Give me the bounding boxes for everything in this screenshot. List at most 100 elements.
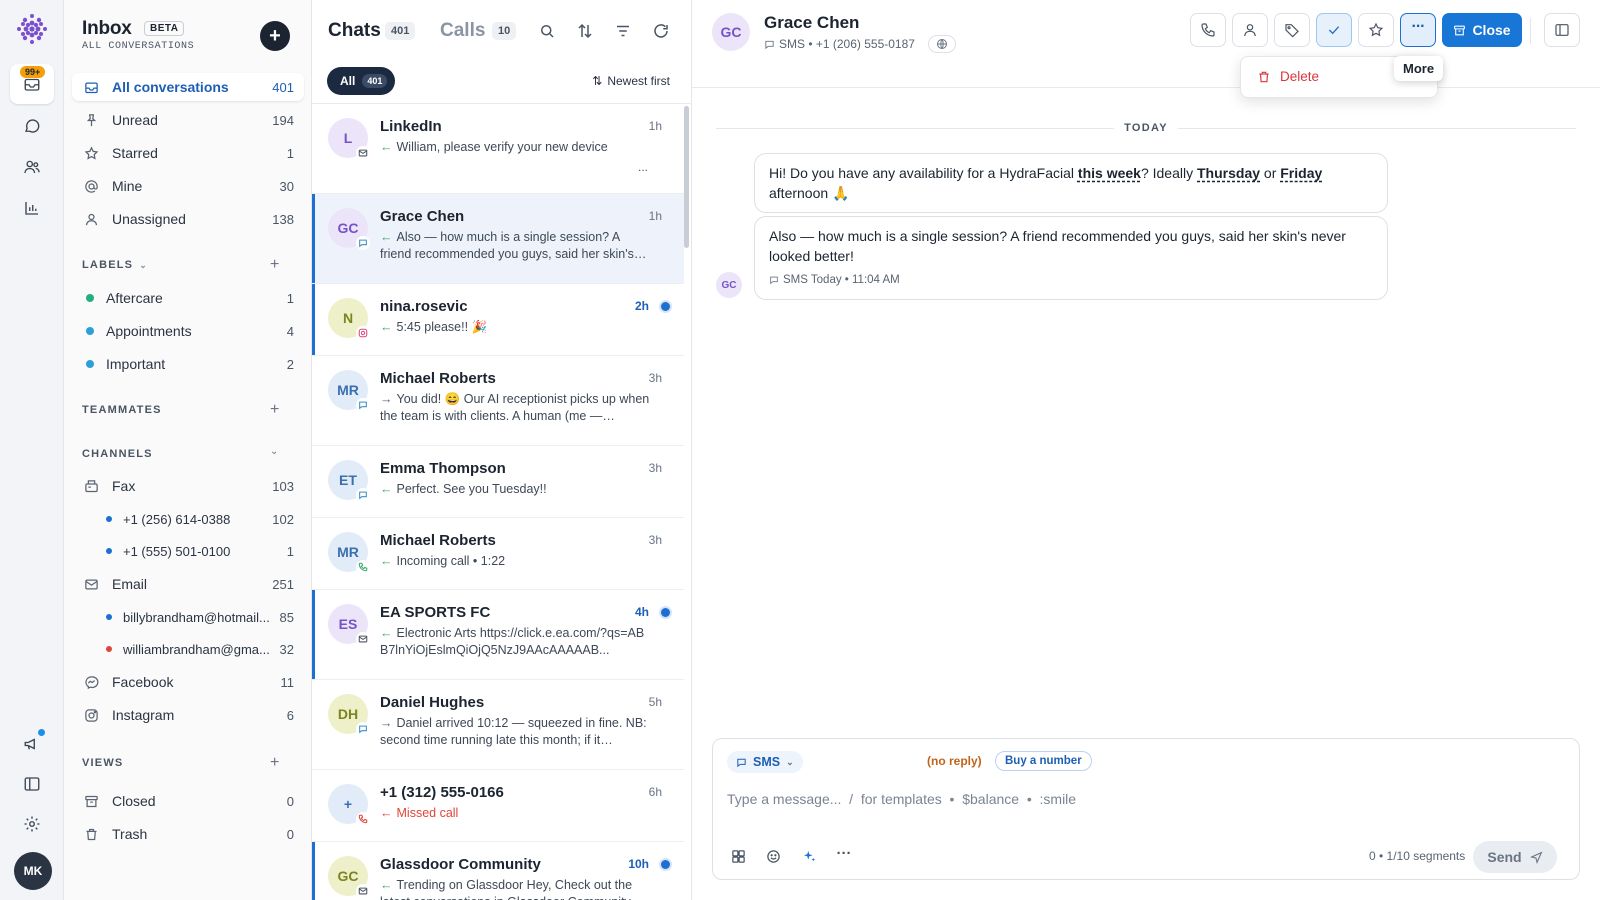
add-view-button[interactable]: + [270,754,279,772]
buy-number-button[interactable]: Buy a number [995,751,1092,771]
conversation-item[interactable]: ES EA SPORTS FC 4h ← Electronic Arts http… [312,590,684,680]
conversation-item[interactable]: MR Michael Roberts 3h ← Incoming call • 1… [312,518,684,590]
conversation-item[interactable]: GC Glassdoor Community 10h ← Trending on … [312,842,684,900]
rail-chat-button[interactable] [16,110,48,142]
inbound-arrow-icon: ← [380,320,393,334]
mail-icon [82,577,100,592]
conversation-time: 1h [648,209,662,223]
message-bubble[interactable]: Hi! Do you have any availability for a H… [754,153,1388,213]
assign-button[interactable] [1232,13,1268,47]
date-highlight[interactable]: Friday [1280,165,1322,181]
conversation-name: Glassdoor Community [380,856,541,873]
star-button[interactable] [1358,13,1394,47]
sidebar-item-all-conversations[interactable]: All conversations 401 [72,73,304,101]
conversation-name: LinkedIn [380,118,442,135]
conversation-preview: Daniel arrived 10:12 — squeezed in fine.… [380,716,647,747]
trash-icon [82,827,100,842]
sort-dropdown[interactable]: ⇅ Newest first [592,74,670,88]
sidebar-channel-instagram[interactable]: Instagram 6 [72,701,304,729]
more-button[interactable]: ··· [1400,13,1436,47]
sort-toggle-button[interactable] [576,22,596,42]
date-highlight[interactable]: Thursday [1197,165,1260,181]
conversation-item[interactable]: GC Grace Chen 1h ← Also — how much is a s… [312,194,684,284]
close-conversation-button[interactable]: Close [1442,13,1522,47]
delete-menu-item[interactable]: Delete [1257,69,1319,84]
more-tooltip: More [1394,56,1444,81]
conversation-item[interactable]: N nina.rosevic 2h ← 5:45 please!! 🎉 [312,284,684,356]
channels-section-header[interactable]: CHANNELS [82,448,153,460]
rail-toggle-sidebar-button[interactable] [16,768,48,800]
sidebar-channel-fax[interactable]: Fax 103 [72,472,304,500]
templates-button[interactable] [727,845,749,867]
filter-all-pill[interactable]: All 401 [327,67,396,95]
sidebar-view-closed[interactable]: Closed 0 [72,787,304,815]
inbox-icon [82,80,100,95]
add-label-button[interactable]: + [270,256,279,274]
sidebar-item-starred[interactable]: Starred 1 [72,139,304,167]
rail-contacts-button[interactable] [16,151,48,183]
message-input[interactable] [727,791,1427,807]
messenger-icon [82,675,100,690]
collapse-channels-button[interactable]: ⌄ [270,446,278,457]
inbound-arrow-icon: ← [380,554,393,568]
search-icon [538,22,558,40]
send-button[interactable]: Send [1473,841,1557,873]
conversation-item[interactable]: MR Michael Roberts 3h → You did! 😄 Our AI… [312,356,684,446]
toggle-details-panel-button[interactable] [1544,13,1580,47]
user-avatar[interactable]: MK [14,852,52,890]
language-button[interactable] [928,35,956,53]
sidebar-channel-email-account-1[interactable]: billybrandham@hotmail... 85 [72,603,304,631]
app-rail: 99+ MK [0,0,64,900]
sidebar-item-unassigned[interactable]: Unassigned 138 [72,205,304,233]
conversation-item[interactable]: L LinkedIn 1h ← William, please verify yo… [312,104,684,194]
channel-dot [106,646,112,652]
mark-read-button[interactable] [1316,13,1352,47]
sidebar-channel-email-account-2[interactable]: williambrandham@gma... 32 [72,635,304,663]
filter-button[interactable] [614,22,634,42]
add-teammate-button[interactable]: + [270,401,279,419]
sparkle-icon [802,849,817,864]
message-bubble[interactable]: Also — how much is a single session? A f… [754,216,1388,300]
conversation-item[interactable]: DH Daniel Hughes 5h → Daniel arrived 10:1… [312,680,684,770]
ai-assist-button[interactable] [798,845,820,867]
rail-settings-button[interactable] [16,808,48,840]
channel-selector[interactable]: SMS ⌄ [727,751,803,773]
date-highlight[interactable]: this week [1078,165,1141,181]
views-section-header[interactable]: VIEWS [82,757,123,769]
sidebar-channel-facebook[interactable]: Facebook 11 [72,668,304,696]
emoji-button[interactable] [762,845,784,867]
conversation-item[interactable]: ET Emma Thompson 3h ← Perfect. See you Tu… [312,446,684,518]
sidebar-channel-fax-number-2[interactable]: +1 (555) 501-0100 1 [72,537,304,565]
plus-icon: + [270,256,280,273]
inbound-arrow-icon: ← [380,140,393,154]
sidebar-item-mine[interactable]: Mine 30 [72,172,304,200]
conversation-item[interactable]: + +1 (312) 555-0166 6h ← Missed call [312,770,684,842]
sidebar-label-appointments[interactable]: Appointments 4 [72,317,304,345]
search-button[interactable] [538,22,558,42]
contact-avatar[interactable]: GC [712,13,750,51]
sidebar-channel-fax-number-1[interactable]: +1 (256) 614-0388 102 [72,505,304,533]
contact-name[interactable]: Grace Chen [764,13,859,33]
conversation-name: nina.rosevic [380,298,468,315]
conversation-preview: Perfect. See you Tuesday!! [396,482,547,496]
teammates-section-header[interactable]: TEAMMATES [82,404,162,416]
tab-calls[interactable]: Calls [440,20,485,42]
sidebar-label-important[interactable]: Important 2 [72,350,304,378]
rail-reports-button[interactable] [16,192,48,224]
conversation-time: 3h [648,461,662,475]
tab-chats[interactable]: Chats [328,20,381,42]
conversation-name: Grace Chen [380,208,465,225]
announcement-dot [38,729,45,736]
app-logo-icon[interactable] [15,12,49,46]
call-button[interactable] [1190,13,1226,47]
new-conversation-button[interactable]: + [260,21,290,51]
refresh-button[interactable] [652,22,672,42]
list-scrollbar[interactable] [684,106,689,248]
sidebar-label-aftercare[interactable]: Aftercare 1 [72,284,304,312]
sidebar-item-unread[interactable]: Unread 194 [72,106,304,134]
more-options-button[interactable]: ··· [833,845,855,867]
sidebar-view-trash[interactable]: Trash 0 [72,820,304,848]
labels-section-header[interactable]: LABELS ⌄ [82,259,148,271]
sidebar-channel-email[interactable]: Email 251 [72,570,304,598]
label-button[interactable] [1274,13,1310,47]
